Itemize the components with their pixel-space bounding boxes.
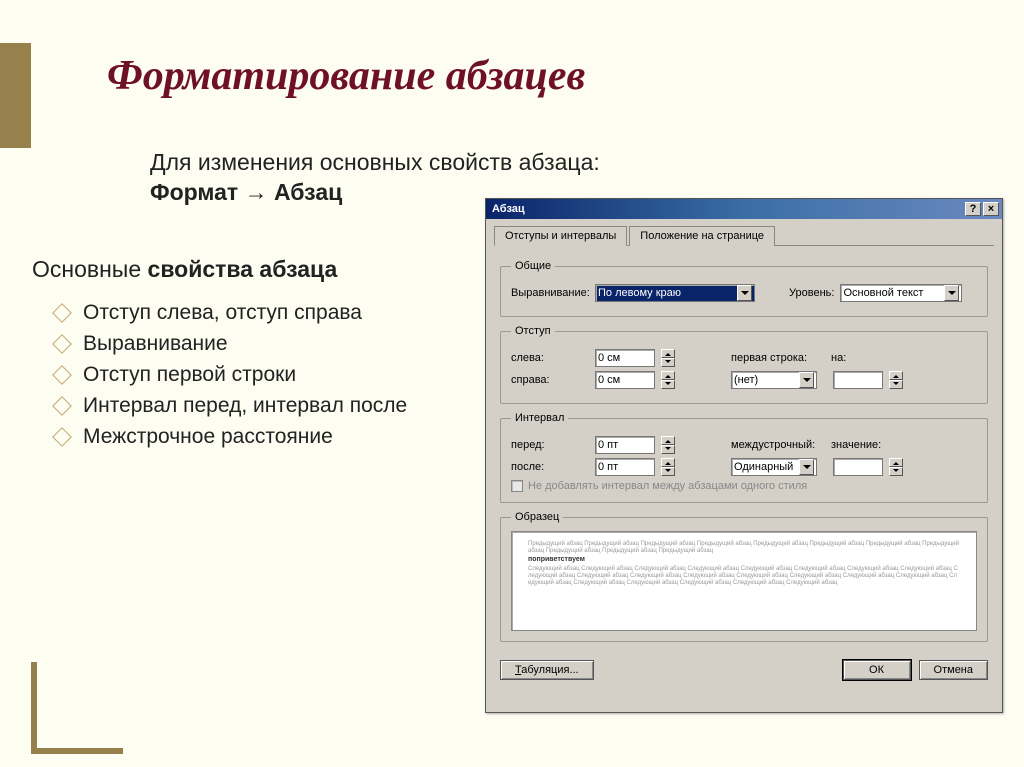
alignment-combo[interactable]: По левому краю [595,284,755,302]
list-item: Отступ первой строки [55,363,407,387]
checkbox-box-icon [511,480,523,492]
chevron-down-icon[interactable] [737,285,752,301]
indent-left-spinner[interactable] [661,349,675,367]
chevron-down-icon[interactable] [799,459,814,475]
bullet-text: Межстрочное расстояние [83,425,333,449]
paragraph-dialog: Абзац ? × Отступы и интервалы Положение … [485,198,1003,713]
bullet-text: Выравнивание [83,332,228,356]
corner-decoration [31,662,123,754]
tabstops-label: абуляция... [521,664,578,676]
list-item: Выравнивание [55,332,407,356]
after-input[interactable] [595,458,655,476]
group-sample: Образец Предыдущий абзац Предыдущий абза… [500,511,988,642]
interval-value-spinner[interactable] [889,458,903,476]
button-row: Табуляция... ОК Отмена [486,652,1002,690]
firstline-on-input[interactable] [833,371,883,389]
firstline-combo[interactable]: (нет) [731,371,817,389]
alignment-label: Выравнивание: [511,287,589,299]
list-item: Отступ слева, отступ справа [55,301,407,325]
diamond-icon [52,427,72,447]
cancel-button[interactable]: Отмена [919,660,988,680]
indent-left-input[interactable] [595,349,655,367]
linespacing-label: междустрочный: [731,439,825,451]
before-input[interactable] [595,436,655,454]
group-general: Общие Выравнивание: По левому краю Урове… [500,260,988,317]
same-style-checkbox[interactable]: Не добавлять интервал между абзацами одн… [511,480,977,492]
group-indent: Отступ слева: первая строка: на: справа:… [500,325,988,404]
legend-indent: Отступ [511,325,555,337]
linespacing-combo[interactable]: Одинарный [731,458,817,476]
bullet-text: Интервал перед, интервал после [83,394,407,418]
preview-area: Предыдущий абзац Предыдущий абзац Предыд… [511,531,977,631]
after-spinner[interactable] [661,458,675,476]
firstline-value: (нет) [734,374,758,386]
group-interval: Интервал перед: междустрочный: значение:… [500,412,988,503]
help-button[interactable]: ? [965,202,981,216]
linespacing-value: Одинарный [734,461,793,473]
accent-block [0,43,31,148]
interval-value-label: значение: [831,439,881,451]
diamond-icon [52,334,72,354]
section-heading-strong: свойства абзаца [148,256,338,282]
bullet-text: Отступ слева, отступ справа [83,301,362,325]
chevron-down-icon[interactable] [944,285,959,301]
indent-right-input[interactable] [595,371,655,389]
slide-title: Форматирование абзацев [107,52,585,100]
dialog-title: Абзац [492,203,525,215]
close-button[interactable]: × [983,202,999,216]
bullet-list: Отступ слева, отступ справа Выравнивание… [55,294,407,456]
ok-button[interactable]: ОК [843,660,911,680]
diamond-icon [52,396,72,416]
interval-value-input[interactable] [833,458,883,476]
tab-indents[interactable]: Отступы и интервалы [494,226,627,246]
subtitle-line1: Для изменения основных свойств абзаца: [150,148,600,178]
indent-left-label: слева: [511,352,589,364]
legend-general: Общие [511,260,555,272]
list-item: Межстрочное расстояние [55,425,407,449]
preview-next: Следующий абзац Следующий абзац Следующи… [528,566,960,588]
preview-current: поприветствуем [528,556,960,564]
level-label: Уровень: [789,287,834,299]
section-heading: Основные свойства абзаца [32,256,337,283]
indent-right-label: справа: [511,374,589,386]
titlebar[interactable]: Абзац ? × [486,199,1002,219]
section-heading-prefix: Основные [32,256,148,282]
level-combo[interactable]: Основной текст [840,284,962,302]
after-label: после: [511,461,589,473]
firstline-on-label: на: [831,352,846,364]
tab-page-position[interactable]: Положение на странице [629,226,775,246]
chevron-down-icon[interactable] [799,372,814,388]
tabstops-button[interactable]: Табуляция... [500,660,594,680]
preview-prev: Предыдущий абзац Предыдущий абзац Предыд… [528,541,960,555]
alignment-value: По левому краю [598,287,681,299]
diamond-icon [52,365,72,385]
tab-strip: Отступы и интервалы Положение на страниц… [494,225,994,246]
legend-sample: Образец [511,511,563,523]
checkbox-label: Не добавлять интервал между абзацами одн… [528,480,807,492]
before-label: перед: [511,439,589,451]
legend-interval: Интервал [511,412,568,424]
level-value: Основной текст [843,287,923,299]
firstline-on-spinner[interactable] [889,371,903,389]
before-spinner[interactable] [661,436,675,454]
diamond-icon [52,303,72,323]
indent-right-spinner[interactable] [661,371,675,389]
firstline-label: первая строка: [731,352,825,364]
list-item: Интервал перед, интервал после [55,394,407,418]
bullet-text: Отступ первой строки [83,363,296,387]
